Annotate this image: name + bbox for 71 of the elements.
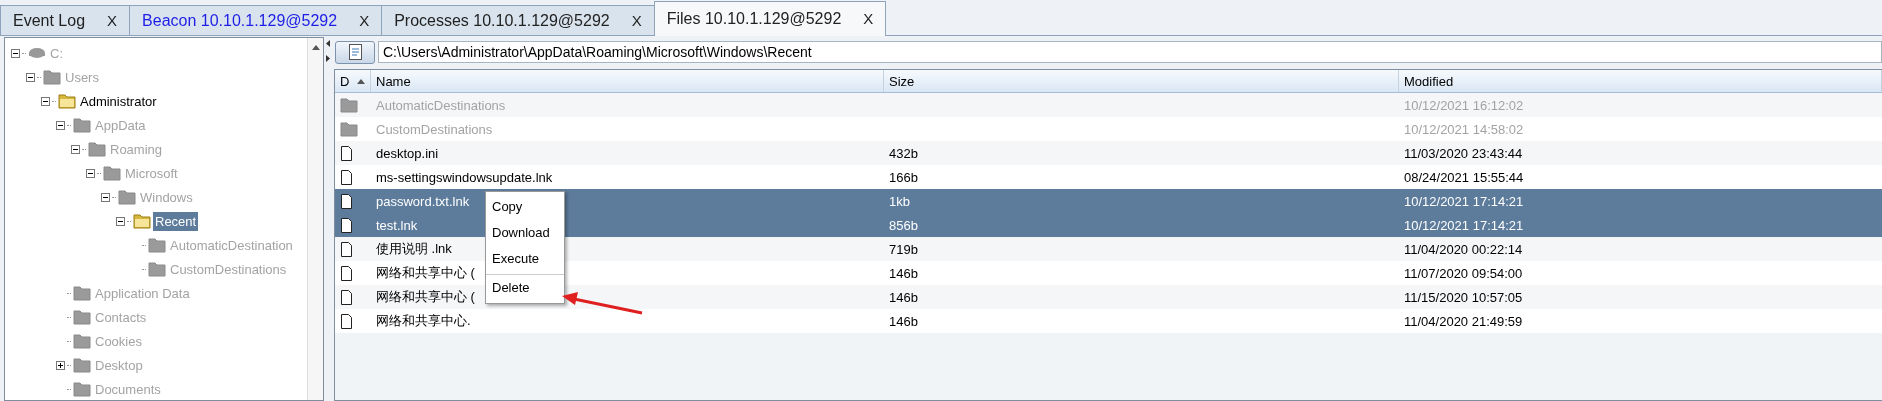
column-header[interactable]: D [335,70,371,92]
collapse-toggle-icon[interactable] [11,48,20,58]
collapse-toggle-icon[interactable] [41,96,50,106]
table-cell-text: 使用说明 .lnk [375,241,452,256]
table-cell-text: 网络和共享中心 ( [375,265,475,280]
file-icon [340,217,353,233]
table-cell-text: test.lnk [375,217,418,233]
sort-ascending-icon [357,77,366,85]
table-cell-text: 432b [888,145,918,161]
file-icon [340,193,353,209]
table-cell-text: 10/12/2021 16:12:02 [1403,97,1524,113]
table-cell-text: 146b [888,313,918,329]
table-cell-text: 166b [888,169,918,185]
close-tab-button[interactable]: X [359,12,370,29]
table-cell-text: 146b [888,289,918,305]
table-cell-text: 1kb [888,193,910,209]
file-icon [340,169,353,185]
expand-toggle-icon[interactable] [56,360,65,370]
table-cell-text: 11/03/2020 23:43:44 [1403,145,1523,161]
collapse-toggle-icon[interactable] [71,144,80,154]
close-tab-button[interactable]: X [631,12,642,29]
file-icon [340,289,353,305]
collapse-toggle-icon[interactable] [56,120,65,130]
table-cell-text: 856b [888,217,918,233]
collapse-toggle-icon[interactable] [86,168,95,178]
table-cell-text: 146b [888,265,918,281]
table-cell-text: 08/24/2021 15:55:44 [1403,169,1524,185]
table-cell-text: 11/15/2020 10:57:05 [1403,289,1523,305]
tab[interactable]: Event Log X [0,5,131,35]
table-cell-text: 网络和共享中心. [375,313,471,328]
collapse-left-icon[interactable] [326,40,330,47]
tab[interactable]: Beacon 10.10.1.129@5292 X [129,5,383,35]
file-icon [340,241,353,257]
table-cell-text: desktop.ini [375,145,439,161]
scroll-up-icon[interactable] [310,44,321,51]
file-icon [340,265,353,281]
column-header[interactable]: Size [884,70,1399,92]
file-row[interactable]: 网络和共享中心. 146b 11/04/2020 21:49:59 [335,309,1882,333]
folder-icon [340,97,358,113]
column-header[interactable]: Modified [1399,70,1882,92]
table-cell-text: 10/12/2021 17:14:21 [1403,193,1524,209]
tree-item[interactable]: Recent [153,211,199,231]
table-cell-text: ms-settingswindowsupdate.lnk [375,169,553,185]
menu-item[interactable]: Delete [486,274,564,301]
table-cell-text: CustomDestinations [375,121,493,137]
file-icon [340,145,353,161]
folder-icon [340,121,358,137]
collapse-toggle-icon[interactable] [26,72,35,82]
table-cell-text: password.txt.lnk [375,193,470,209]
collapse-toggle-icon[interactable] [116,216,125,226]
expand-right-icon[interactable] [326,55,330,62]
collapse-toggle-icon[interactable] [101,192,110,202]
file-icon [340,313,353,329]
table-cell-text: AutomaticDestinations [375,97,506,113]
table-cell-text: 11/04/2020 21:49:59 [1403,313,1523,329]
table-cell-text: 11/07/2020 09:54:00 [1403,265,1523,281]
column-header[interactable]: Name [371,70,884,92]
file-row[interactable]: ms-settingswindowsupdate.lnk 166b 08/24/2021 15:55:44 [335,165,1882,189]
scrollbar[interactable] [307,38,323,400]
table-cell-text: 10/12/2021 17:14:21 [1403,217,1524,233]
table-cell-text: 719b [888,241,918,257]
tree-item[interactable]: Administrator [78,91,159,111]
tab[interactable]: Files 10.10.1.129@5292 X [653,1,887,36]
table-cell-text: 网络和共享中心 ( [375,289,475,304]
close-tab-button[interactable]: X [107,12,118,29]
path-field[interactable]: C:\Users\Administrator\AppData\Roaming\Microsoft\Windows\Recent [378,41,1882,63]
document-icon [348,44,362,60]
close-tab-button[interactable]: X [863,10,874,27]
table-cell-text: 11/04/2020 00:22:14 [1403,241,1523,257]
table-cell-text: 10/12/2021 14:58:02 [1403,121,1524,137]
tab[interactable]: Processes 10.10.1.129@5292 X [381,5,655,35]
